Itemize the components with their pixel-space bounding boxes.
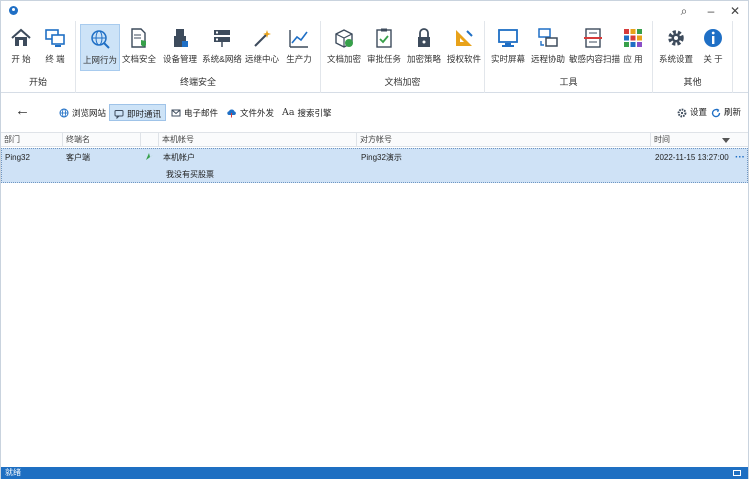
document-security-button[interactable]: 文档安全 [122,24,156,71]
ribbon-group-label: 其他 [683,77,702,87]
table-header: 部门 终端名 本机帐号 对方帐号 时间 [1,132,748,147]
column-header-remote-account[interactable]: 对方帐号 [357,133,651,147]
cell-time: 2022-11-15 13:27:00 [655,153,729,162]
start-button[interactable]: 开 始 [5,24,37,71]
ribbon-group-label: 工具 [559,77,578,87]
apps-grid-icon [624,29,642,47]
ribbon-toolbar: 开 始 终 端 开始 上网行为 文档安全 设备管理 系统&网络 远继中心 生产力… [1,21,748,93]
magic-wand-icon [254,30,271,47]
sensitive-scan-button[interactable]: 敏感内容扫描 [569,24,620,71]
globe-search-icon [91,30,110,49]
app-window: ⌕ – ✕ 开 始 终 端 开始 上网行为 文档安全 设备管理 系统&网络 远继… [0,0,749,479]
productivity-button[interactable]: 生产力 [282,24,316,71]
ribbon-group-label: 文档加密 [384,77,421,87]
cell-remote-account: Ping32演示 [361,153,402,162]
status-text: 就绪 [5,468,21,477]
encryption-policy-button[interactable]: 加密策略 [405,24,443,71]
column-header-terminal[interactable]: 终端名 [63,133,141,147]
apps-button[interactable]: 应 用 [617,24,649,71]
ribbon-group-label: 开始 [28,77,47,87]
chat-icon [114,109,124,119]
sort-descending-icon [722,138,730,143]
refresh-icon [711,108,721,117]
authorized-software-button[interactable]: 授权软件 [445,24,483,71]
triangle-ruler-icon [456,30,473,46]
category-toolbar: ← 浏览网站 即时通讯 电子邮件 文件外发 Aa 搜索引擎 设置 刷新 [1,94,748,131]
cell-terminal: 客户端 [66,153,90,162]
ribbon-group-tools: 实时屏幕 远程协助 敏感内容扫描 应 用 工具 [485,21,653,93]
system-network-button[interactable]: 系统&网络 [202,24,242,71]
column-header-department[interactable]: 部门 [1,133,63,147]
tab-search-engine[interactable]: Aa 搜索引擎 [278,104,336,121]
approval-task-button[interactable]: 审批任务 [365,24,403,71]
about-button[interactable]: 关 于 [697,24,729,71]
status-bar: 就绪 [1,467,748,479]
app-logo-icon [9,6,18,15]
tab-browse-websites[interactable]: 浏览网站 [55,104,110,121]
remote-assist-button[interactable]: 远程协助 [529,24,567,71]
terminal-button[interactable]: 终 端 [39,24,71,71]
cloud-upload-icon [227,109,236,118]
info-icon [704,29,722,47]
gear-icon [668,30,684,46]
online-status-icon [146,153,153,160]
padlock-icon [418,28,430,47]
screen-icon [498,29,518,47]
back-arrow-icon[interactable]: ← [15,103,33,119]
network-icon [214,30,230,47]
cell-department: Ping32 [5,153,30,162]
web-behavior-button[interactable]: 上网行为 [80,24,120,71]
minimize-button[interactable]: – [698,1,724,21]
document-shield-icon [131,28,146,48]
ribbon-group-other: 系统设置 关 于 其他 [653,21,733,93]
cell-message-content: 我没有买股票 [166,170,214,179]
chart-icon [289,30,308,48]
font-aa-icon: Aa [282,106,295,118]
ribbon-group-endpoint-security: 上网行为 文档安全 设备管理 系统&网络 远继中心 生产力 终端安全 [76,21,321,93]
doc-encrypt-button[interactable]: 文档加密 [325,24,363,71]
ribbon-group-label: 终端安全 [179,77,216,87]
monitors-icon [45,29,65,47]
gear-icon [677,108,687,118]
tab-file-outbound[interactable]: 文件外发 [222,104,278,121]
more-options-icon[interactable]: ··· [735,152,745,163]
status-panel-icon[interactable] [733,470,741,476]
close-button[interactable]: ✕ [722,1,748,21]
settings-button[interactable]: 设置 [677,105,707,119]
globe-icon [59,108,69,118]
remote-assist-icon [538,28,558,47]
mail-icon [171,109,181,117]
cell-local-account: 本机帐户 [163,153,195,162]
scan-document-icon [584,28,602,48]
refresh-button[interactable]: 刷新 [711,105,741,119]
clipboard-check-icon [376,28,392,48]
column-header-status[interactable] [141,133,159,147]
remote-center-button[interactable]: 远继中心 [244,24,280,71]
box-lock-icon [335,29,353,48]
ribbon-group-start: 开 始 终 端 开始 [1,21,76,93]
tab-email[interactable]: 电子邮件 [167,104,222,121]
usb-device-icon [174,29,188,47]
column-header-time[interactable]: 时间 [651,133,748,147]
home-icon [11,28,31,46]
table-row[interactable]: Ping32 客户端 本机帐户 我没有买股票 Ping32演示 2022-11-… [1,148,748,183]
system-settings-button[interactable]: 系统设置 [657,24,695,71]
search-icon[interactable]: ⌕ [671,1,697,21]
live-screen-button[interactable]: 实时屏幕 [489,24,527,71]
title-bar: ⌕ – ✕ [1,1,748,21]
column-header-local-account[interactable]: 本机帐号 [159,133,357,147]
tab-instant-messaging[interactable]: 即时通讯 [109,104,167,121]
device-management-button[interactable]: 设备管理 [160,24,200,71]
ribbon-group-doc-encryption: 文档加密 审批任务 加密策略 授权软件 文档加密 [321,21,485,93]
